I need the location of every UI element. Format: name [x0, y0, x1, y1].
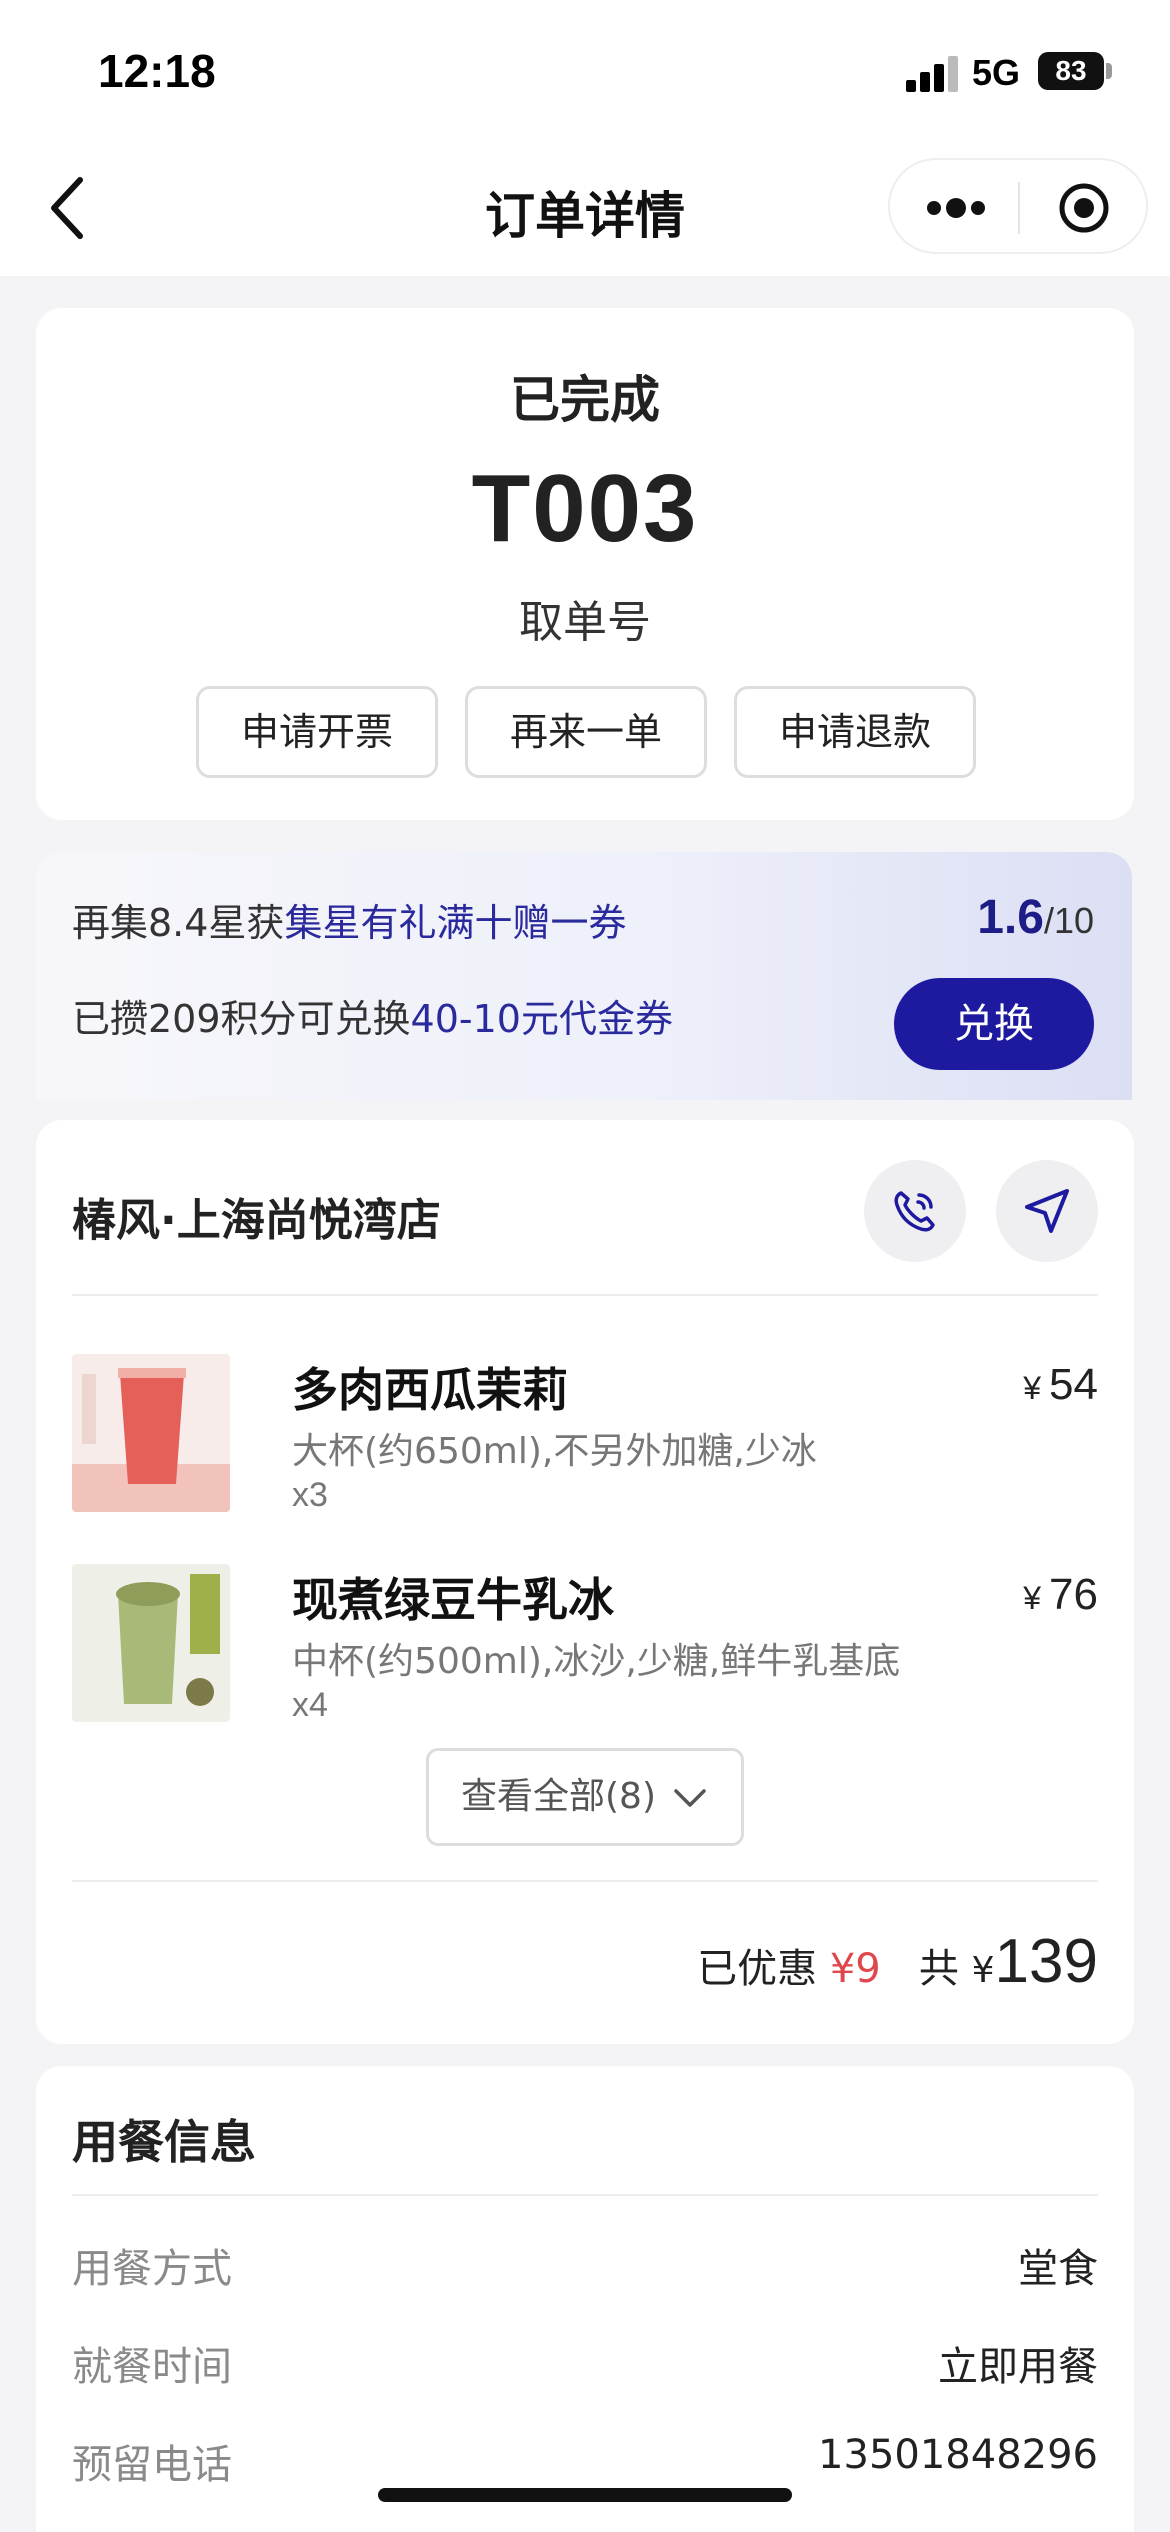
order-status: 已完成 — [510, 371, 660, 429]
product-image — [72, 1354, 230, 1512]
discount-label: 已优惠 — [697, 1946, 818, 1992]
navigation-arrow-icon — [1025, 1189, 1069, 1233]
item-spec: 中杯(约500ml),冰沙,少糖,鲜牛乳基底 — [292, 1641, 901, 1682]
invoice-button[interactable]: 申请开票 — [196, 686, 438, 778]
status-bar: 12:18 5G 83 — [0, 0, 1170, 140]
item-qty: x4 — [292, 1686, 328, 1724]
discount-value: ¥9 — [829, 1946, 881, 1992]
points-text: 已攒209积分可兑换40-10元代金券 — [72, 988, 673, 1043]
status-time: 12:18 — [98, 45, 216, 97]
order-totals: 已优惠 ¥9 共 ¥139 — [697, 1926, 1098, 1997]
refund-button[interactable]: 申请退款 — [734, 686, 976, 778]
more-button[interactable] — [924, 194, 988, 222]
divider — [72, 2194, 1098, 2196]
order-item[interactable]: 现煮绿豆牛乳冰 中杯(约500ml),冰沙,少糖,鲜牛乳基底 x4 ¥76 — [72, 1564, 1098, 1724]
call-button[interactable] — [864, 1160, 966, 1262]
pickup-number: T003 — [471, 455, 699, 562]
view-all-label: 查看全部(8) — [461, 1776, 656, 1817]
dining-label: 就餐时间 — [72, 2344, 232, 2390]
star-progress-current: 1.6 — [977, 891, 1044, 944]
loyalty-banner: 再集8.4星获集星有礼满十赠一券 1.6/10 已攒209积分可兑换40-10元… — [36, 852, 1132, 1100]
voucher-name: 40-10元代金券 — [410, 997, 673, 1041]
mung-bean-drink-image — [72, 1564, 230, 1722]
signal-icon — [906, 56, 960, 92]
dining-value: 13501848296 — [818, 2432, 1098, 2478]
currency-symbol: ¥ — [1023, 1370, 1042, 1406]
item-qty: x3 — [292, 1476, 328, 1514]
item-price-value: 54 — [1049, 1360, 1098, 1409]
star-progress-total: /10 — [1043, 900, 1094, 941]
dining-value: 堂食 — [1018, 2246, 1098, 2292]
total-value: 139 — [994, 1927, 1098, 1996]
product-image — [72, 1564, 230, 1722]
home-indicator[interactable] — [378, 2488, 792, 2502]
store-card: 椿风·上海尚悦湾店 多肉西瓜茉莉 大杯(约650ml),不另外加糖,少冰 x3 … — [36, 1120, 1134, 2044]
order-actions: 申请开票 再来一单 申请退款 — [196, 686, 976, 778]
dining-label: 用餐方式 — [72, 2246, 232, 2292]
store-name: 椿风·上海尚悦湾店 — [72, 1195, 441, 1246]
item-spec: 大杯(约650ml),不另外加糖,少冰 — [292, 1431, 817, 1472]
more-dots-icon — [927, 198, 985, 218]
phone-icon — [894, 1191, 935, 1232]
item-price: ¥76 — [1023, 1570, 1098, 1620]
nav-bar: 订单详情 — [0, 140, 1170, 276]
dining-info-card: 用餐信息 用餐方式 堂食 就餐时间 立即用餐 预留电话 13501848296 — [36, 2066, 1134, 2532]
navigate-button[interactable] — [996, 1160, 1098, 1262]
star-reward-link: 集星有礼满十赠一券 — [284, 901, 627, 945]
pickup-label: 取单号 — [519, 597, 651, 648]
item-name: 多肉西瓜茉莉 — [292, 1363, 568, 1417]
total-label: 共 — [918, 1946, 959, 1992]
star-progress-prefix: 再集8.4星获 — [72, 901, 285, 945]
view-all-button[interactable]: 查看全部(8) — [426, 1748, 744, 1846]
currency-symbol: ¥ — [1023, 1580, 1042, 1616]
divider — [72, 1294, 1098, 1296]
item-price: ¥54 — [1023, 1360, 1098, 1410]
total-currency: ¥ — [971, 1950, 995, 1991]
dining-label: 预留电话 — [72, 2442, 232, 2488]
star-progress-text[interactable]: 再集8.4星获集星有礼满十赠一券 — [72, 892, 626, 947]
miniapp-capsule — [888, 158, 1148, 254]
item-price-value: 76 — [1049, 1570, 1098, 1619]
target-icon — [1059, 183, 1109, 233]
dining-value: 立即用餐 — [938, 2344, 1098, 2390]
capsule-divider — [1018, 182, 1020, 234]
dining-info-title: 用餐信息 — [72, 2115, 256, 2169]
battery-icon: 83 — [1038, 52, 1104, 90]
watermelon-drink-image — [72, 1354, 230, 1512]
item-name: 现煮绿豆牛乳冰 — [292, 1573, 614, 1627]
chevron-down-icon — [674, 1789, 706, 1807]
battery-cap — [1106, 63, 1112, 79]
order-status-card: 已完成 T003 取单号 申请开票 再来一单 申请退款 — [36, 308, 1134, 820]
reorder-button[interactable]: 再来一单 — [465, 686, 707, 778]
close-miniapp-button[interactable] — [1058, 182, 1110, 234]
redeem-button[interactable]: 兑换 — [894, 978, 1094, 1070]
order-item[interactable]: 多肉西瓜茉莉 大杯(约650ml),不另外加糖,少冰 x3 ¥54 — [72, 1354, 1098, 1514]
network-label: 5G — [972, 52, 1021, 93]
star-progress: 1.6/10 — [977, 890, 1094, 945]
points-prefix: 已攒209积分可兑换 — [72, 997, 411, 1041]
divider — [72, 1880, 1098, 1882]
